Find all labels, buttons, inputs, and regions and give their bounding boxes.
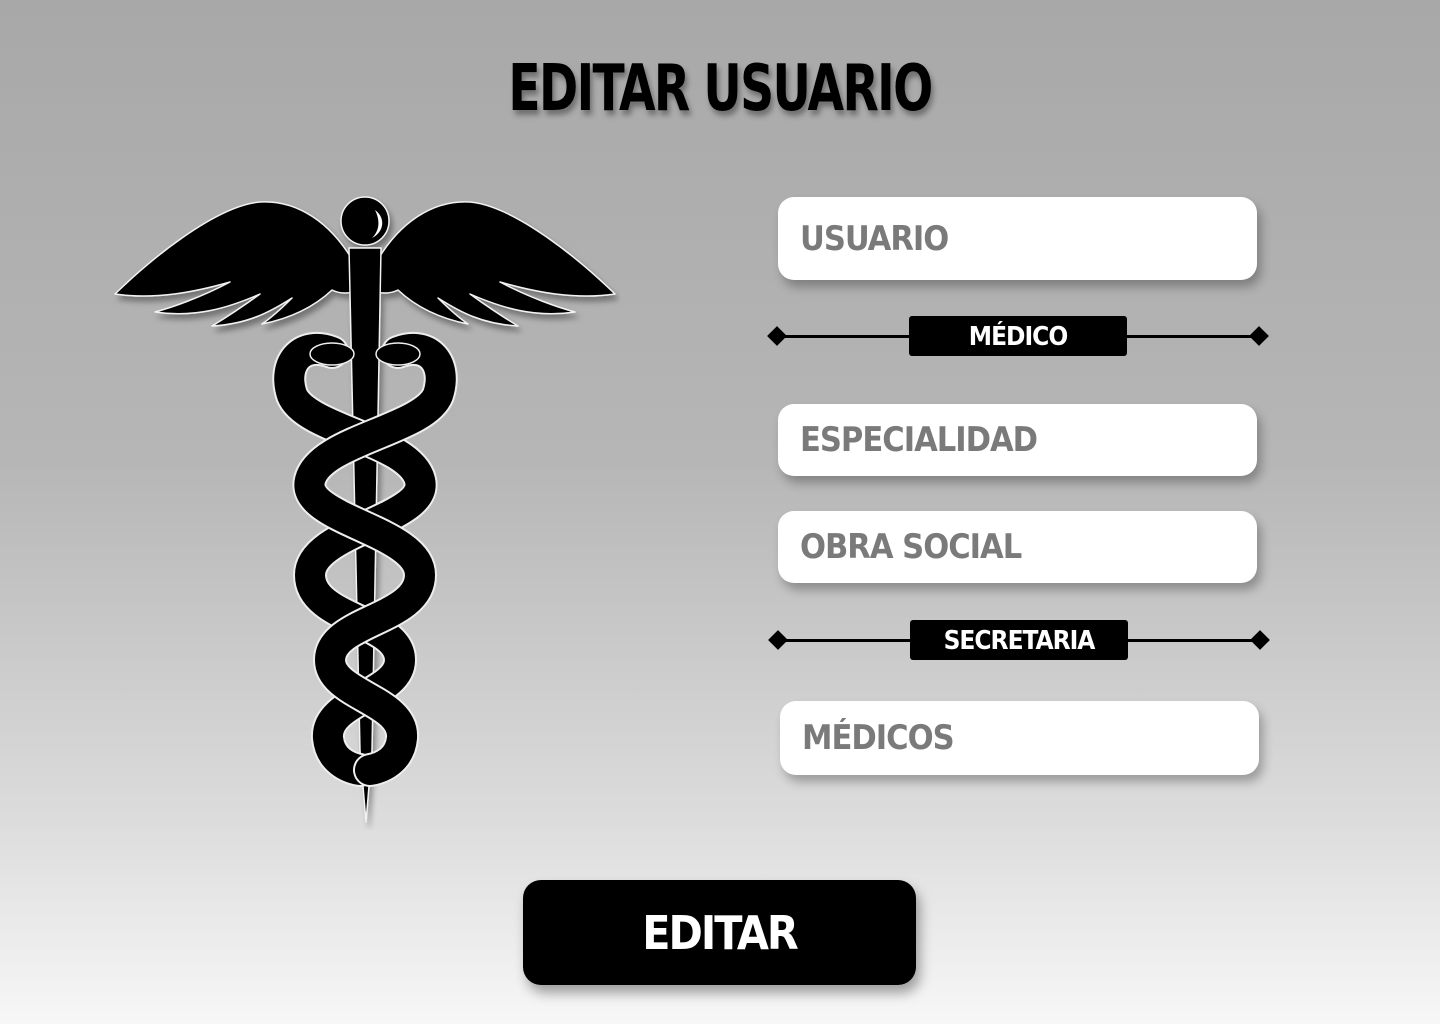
obra-social-field[interactable] — [778, 511, 1257, 583]
medicos-field[interactable] — [780, 701, 1259, 775]
usuario-field-container — [778, 197, 1257, 280]
obra-social-field-container — [778, 511, 1257, 583]
diamond-icon — [768, 630, 788, 650]
usuario-field[interactable] — [778, 197, 1257, 280]
caduceus-icon — [114, 196, 616, 823]
diamond-icon — [1250, 630, 1270, 650]
diamond-icon — [1249, 326, 1269, 346]
diamond-icon — [767, 326, 787, 346]
secretaria-section-divider: SECRETARIA — [768, 620, 1270, 660]
editar-button[interactable]: EDITAR — [523, 880, 916, 985]
secretaria-section-label: SECRETARIA — [910, 620, 1128, 660]
especialidad-field[interactable] — [778, 404, 1257, 476]
especialidad-field-container — [778, 404, 1257, 476]
medico-section-divider: MÉDICO — [767, 316, 1269, 356]
page-title: EDITAR USUARIO — [508, 52, 933, 126]
medico-section-label: MÉDICO — [909, 316, 1127, 356]
medicos-field-container — [780, 701, 1259, 775]
